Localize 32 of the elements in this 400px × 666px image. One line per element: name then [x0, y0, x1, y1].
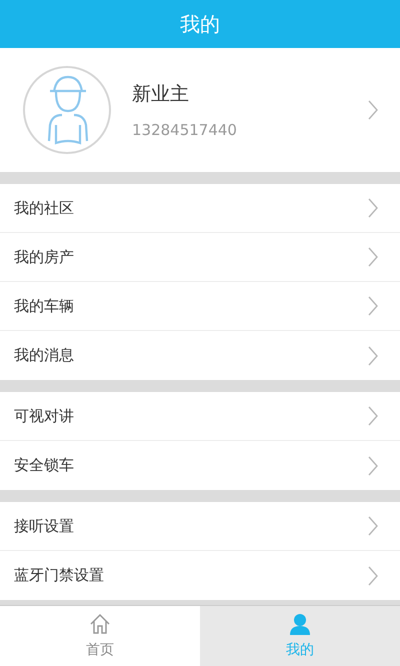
chevron-icon — [368, 198, 378, 218]
menu-label: 接听设置 — [14, 516, 75, 536]
phone-number: 13284517440 — [132, 121, 238, 139]
chevron-icon — [368, 247, 378, 267]
menu-label: 我的消息 — [14, 346, 75, 365]
person-icon — [289, 613, 311, 635]
chevron-icon — [368, 406, 378, 426]
menu-item[interactable]: 我的社区 — [0, 184, 400, 233]
chevron-icon — [368, 100, 378, 120]
chevron-icon — [368, 516, 378, 536]
chevron-icon — [368, 566, 378, 586]
menu-item[interactable]: 可视对讲 — [0, 392, 400, 441]
menu-label: 安全锁车 — [14, 456, 75, 475]
avatar-icon — [22, 65, 112, 155]
menu-label: 我的车辆 — [14, 296, 75, 316]
user-name: 新业主 — [132, 82, 190, 107]
page-title: 我的 — [180, 10, 220, 38]
menu-label: 蓝牙门禁设置 — [14, 566, 105, 585]
menu-item[interactable]: 我的消息 — [0, 331, 400, 380]
menu-item[interactable]: 接听设置 — [0, 502, 400, 551]
chevron-icon — [368, 456, 378, 476]
chevron-icon — [368, 296, 378, 316]
menu-label: 我的房产 — [14, 248, 75, 266]
profile-card[interactable]: 新业主 13284517440 — [0, 48, 400, 172]
menu-item[interactable]: 我的车辆 — [0, 282, 400, 331]
menu-item[interactable]: 安全锁车 — [0, 441, 400, 490]
menu-label: 可视对讲 — [14, 406, 75, 426]
home-icon — [89, 613, 111, 635]
menu-label: 我的社区 — [14, 198, 75, 218]
menu-item[interactable]: 我的房产 — [0, 233, 400, 282]
chevron-icon — [368, 346, 378, 366]
menu-item[interactable]: 蓝牙门禁设置 — [0, 551, 400, 600]
